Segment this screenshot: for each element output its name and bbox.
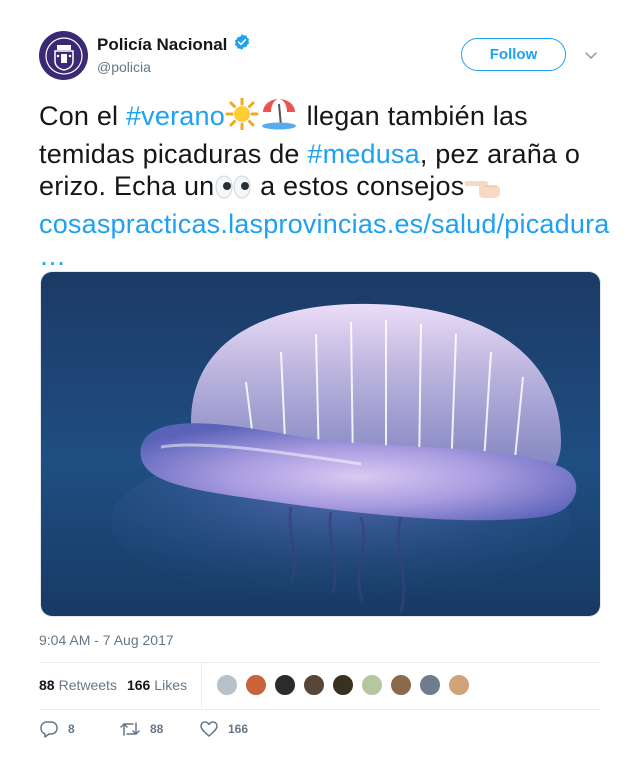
tweet-text: Con el #verano llegan también las temida… — [39, 96, 609, 273]
liker-avatar[interactable] — [244, 674, 267, 696]
reply-icon — [40, 721, 58, 738]
pointing-left-icon — [464, 170, 502, 208]
article-link[interactable]: cosaspracticas.lasprovincias.es/salud/pi… — [39, 209, 609, 272]
author-avatar[interactable] — [39, 31, 88, 80]
heart-icon — [200, 721, 218, 737]
tweet-actions: 8 88 166 — [39, 720, 279, 738]
retweet-button[interactable]: 88 — [119, 720, 199, 738]
hashtag-link[interactable]: #verano — [126, 101, 225, 131]
engagement-stats: 88 Retweets 166 Likes — [39, 662, 600, 708]
police-crest-icon — [44, 36, 83, 75]
stats-separator — [200, 662, 202, 708]
sun-icon — [225, 97, 259, 138]
liker-avatar[interactable] — [447, 674, 470, 696]
author-handle[interactable]: @policia — [97, 59, 151, 75]
liker-avatars — [215, 674, 477, 696]
tweet-media-image[interactable] — [40, 271, 601, 617]
divider — [39, 709, 600, 710]
likes-count[interactable]: 166 — [127, 677, 150, 693]
jellyfish-photo — [41, 272, 600, 616]
liker-avatar[interactable] — [331, 674, 354, 696]
author-name[interactable]: Policía Nacional — [97, 35, 227, 55]
liker-avatar[interactable] — [302, 674, 325, 696]
reply-button[interactable]: 8 — [39, 720, 119, 738]
like-button[interactable]: 166 — [199, 720, 279, 738]
retweets-label[interactable]: Retweets — [59, 677, 117, 693]
retweet-count: 88 — [150, 722, 164, 736]
liker-avatar[interactable] — [389, 674, 412, 696]
tweet-text-segment: Con el — [39, 101, 126, 131]
follow-button[interactable]: Follow — [461, 38, 566, 71]
liker-avatar[interactable] — [215, 674, 238, 696]
liker-avatar[interactable] — [418, 674, 441, 696]
retweet-icon — [120, 722, 140, 736]
eyes-icon — [214, 174, 252, 208]
reply-count: 8 — [68, 722, 75, 736]
author-name-row[interactable]: Policía Nacional — [97, 33, 251, 56]
liker-avatar[interactable] — [360, 674, 383, 696]
likes-label[interactable]: Likes — [154, 677, 187, 693]
liker-avatar[interactable] — [273, 674, 296, 696]
hashtag-link[interactable]: #medusa — [307, 139, 419, 169]
tweet-text-segment: a estos consejos — [252, 171, 465, 201]
verified-badge-icon — [233, 33, 251, 56]
beach-umbrella-icon — [259, 96, 299, 138]
like-count: 166 — [228, 722, 249, 736]
chevron-down-icon[interactable] — [583, 47, 599, 68]
retweets-count[interactable]: 88 — [39, 677, 55, 693]
tweet-timestamp[interactable]: 9:04 AM - 7 Aug 2017 — [39, 632, 174, 648]
